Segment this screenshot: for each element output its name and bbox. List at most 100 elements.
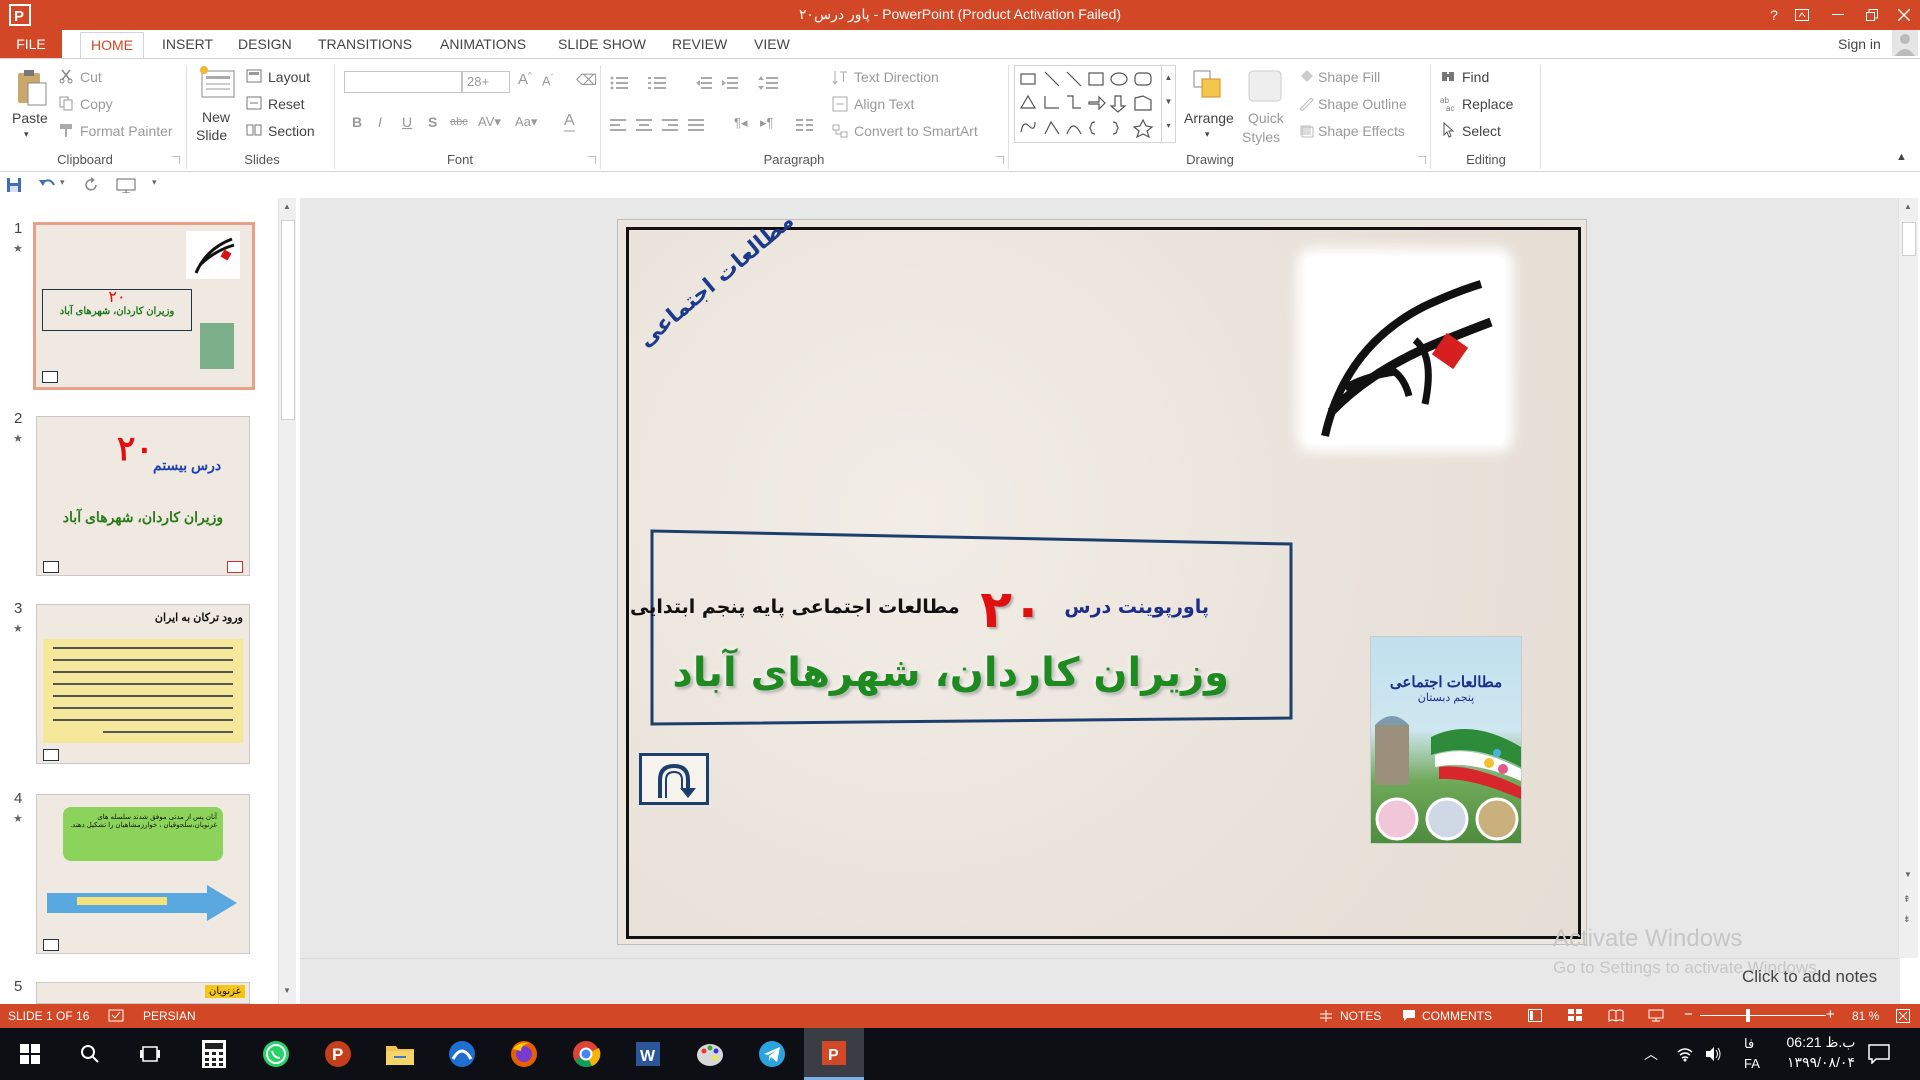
taskbar-word[interactable]: W — [618, 1028, 678, 1080]
previous-slide-icon[interactable]: ⇞ — [1903, 894, 1911, 905]
ribbon-display-options-icon[interactable] — [1782, 0, 1822, 30]
slide-canvas[interactable]: مطالعات اجتماعی پاورپوینت درس ۲۰ مطالعات… — [617, 219, 1587, 945]
drawing-launcher-icon[interactable] — [1418, 156, 1426, 164]
shadow-icon[interactable]: S — [428, 114, 437, 130]
line-spacing-icon[interactable] — [758, 75, 780, 91]
undo-dropdown-icon[interactable]: ▾ — [60, 177, 65, 188]
thumbnail-scroll-thumb[interactable] — [281, 220, 295, 420]
start-button[interactable] — [0, 1028, 60, 1080]
underline-icon[interactable]: U — [402, 114, 412, 130]
slide-thumbnail-2[interactable]: ۲۰ درس بیستم وزیران کاردان، شهرهای آباد — [36, 416, 250, 576]
task-view-button[interactable] — [120, 1028, 180, 1080]
scroll-down-icon[interactable]: ▼ — [283, 986, 291, 995]
layout-button[interactable]: Layout — [268, 69, 310, 85]
taskbar-powerpoint-viewer[interactable]: P — [308, 1028, 368, 1080]
start-from-beginning-icon[interactable] — [116, 177, 138, 193]
editor-scroll-thumb[interactable] — [1902, 222, 1916, 256]
zoom-slider[interactable] — [1700, 1015, 1826, 1016]
replace-button[interactable]: Replace — [1462, 96, 1513, 112]
shrink-font-icon[interactable]: Aˇ — [542, 73, 553, 88]
format-painter-button[interactable]: Format Painter — [80, 123, 173, 139]
change-case-icon[interactable]: Aa▾ — [515, 114, 537, 130]
quick-styles-button[interactable] — [1244, 67, 1286, 107]
reset-button[interactable]: Reset — [268, 96, 305, 112]
paste-dropdown-icon[interactable]: ▾ — [24, 129, 29, 140]
clipboard-launcher-icon[interactable] — [172, 156, 180, 164]
reading-view-icon[interactable] — [1608, 1009, 1624, 1022]
scroll-up-icon[interactable]: ▲ — [283, 202, 291, 211]
action-center-icon[interactable] — [1868, 1044, 1890, 1064]
clock-time[interactable]: 06:21 ب.ظ — [1776, 1034, 1866, 1051]
tab-view[interactable]: VIEW — [754, 34, 790, 58]
editor-scrollbar[interactable]: ▲ ▼ ⇞ ⇟ — [1898, 198, 1918, 958]
input-language-code[interactable]: FA — [1744, 1056, 1760, 1071]
clear-formatting-icon[interactable]: ⌫ — [576, 71, 597, 89]
align-right-icon[interactable] — [662, 117, 678, 133]
tab-home[interactable]: HOME — [80, 32, 144, 58]
paragraph-launcher-icon[interactable] — [996, 156, 1004, 164]
editor-scroll-up-icon[interactable]: ▲ — [1904, 202, 1912, 211]
redo-icon[interactable] — [84, 177, 100, 193]
ltr-direction-icon[interactable]: ▸¶ — [760, 115, 774, 131]
taskbar-firefox[interactable] — [494, 1028, 554, 1080]
input-language-fa[interactable]: فا — [1744, 1036, 1754, 1052]
slide-thumbnail-3[interactable]: ورود ترکان به ایران — [36, 604, 250, 764]
arrange-button[interactable] — [1188, 67, 1230, 107]
zoom-level[interactable]: 81 % — [1852, 1009, 1879, 1023]
zoom-in-icon[interactable]: + — [1826, 1006, 1835, 1023]
customize-qat-icon[interactable]: ▾ — [152, 177, 157, 188]
cut-button[interactable]: Cut — [80, 69, 102, 85]
save-icon[interactable] — [6, 177, 22, 193]
rtl-direction-icon[interactable]: ¶◂ — [734, 115, 748, 131]
notes-placeholder[interactable]: Click to add notes — [1742, 967, 1877, 987]
tab-animations[interactable]: ANIMATIONS — [440, 34, 526, 58]
taskbar-whatsapp[interactable] — [246, 1028, 306, 1080]
arrange-dropdown-icon[interactable]: ▾ — [1205, 129, 1210, 140]
increase-indent-icon[interactable] — [722, 75, 738, 91]
select-button[interactable]: Select — [1462, 123, 1501, 139]
comments-toggle[interactable]: COMMENTS — [1422, 1009, 1492, 1023]
strikethrough-icon[interactable]: abc — [450, 116, 468, 128]
font-size-combo[interactable]: 28+ — [462, 71, 510, 93]
sign-in-link[interactable]: Sign in — [1838, 34, 1881, 58]
normal-view-icon[interactable] — [1528, 1009, 1542, 1022]
taskbar-powerpoint[interactable]: P — [804, 1028, 864, 1080]
italic-icon[interactable]: I — [378, 114, 382, 130]
next-slide-icon[interactable]: ⇟ — [1903, 914, 1911, 925]
font-launcher-icon[interactable] — [588, 156, 596, 164]
home-navigation-button[interactable] — [639, 753, 709, 805]
tab-transitions[interactable]: TRANSITIONS — [318, 34, 412, 58]
convert-smartart-button[interactable]: Convert to SmartArt — [854, 123, 978, 139]
volume-icon[interactable] — [1704, 1046, 1722, 1062]
font-name-combo[interactable] — [344, 71, 462, 93]
align-text-button[interactable]: Align Text — [854, 96, 914, 112]
section-button[interactable]: Section — [268, 123, 315, 139]
justify-icon[interactable] — [688, 117, 704, 133]
wifi-icon[interactable] — [1676, 1046, 1694, 1062]
numbering-icon[interactable] — [648, 75, 668, 91]
new-slide-button[interactable] — [198, 65, 238, 105]
clock-date[interactable]: ۱۳۹۹/۰۸/۰۴ — [1776, 1054, 1866, 1071]
slide-thumbnail-1[interactable]: ۲۰ وزیران کاردان، شهرهای آباد — [33, 222, 255, 390]
shapes-gallery-scroll[interactable]: ▲ ▼ ▾ — [1161, 66, 1175, 142]
tab-insert[interactable]: INSERT — [162, 34, 213, 58]
notes-toggle[interactable]: NOTES — [1340, 1009, 1381, 1023]
tab-slide-show[interactable]: SLIDE SHOW — [558, 34, 646, 58]
copy-button[interactable]: Copy — [80, 96, 113, 112]
shape-outline-button[interactable]: Shape Outline — [1318, 96, 1407, 112]
thumbnail-scrollbar[interactable]: ▲ ▼ — [278, 198, 296, 1004]
slide-sorter-icon[interactable] — [1568, 1009, 1582, 1022]
tray-overflow-icon[interactable]: ︿ — [1644, 1044, 1658, 1064]
taskbar-paint[interactable] — [680, 1028, 740, 1080]
fit-slide-icon[interactable] — [1896, 1009, 1910, 1023]
shape-fill-button[interactable]: Shape Fill — [1318, 69, 1380, 85]
char-spacing-icon[interactable]: AV▾ — [478, 114, 501, 130]
collapse-ribbon-icon[interactable]: ▲ — [1896, 151, 1907, 163]
spell-check-icon[interactable] — [108, 1009, 124, 1023]
editor-scroll-down-icon[interactable]: ▼ — [1904, 870, 1912, 879]
bold-icon[interactable]: B — [352, 114, 362, 130]
zoom-out-icon[interactable]: − — [1684, 1006, 1693, 1023]
slide-thumbnail-4[interactable]: آنان پس از مدتی موفق شدند سلسله های غزنو… — [36, 794, 250, 954]
decrease-indent-icon[interactable] — [696, 75, 712, 91]
zoom-slider-thumb[interactable] — [1746, 1009, 1750, 1022]
